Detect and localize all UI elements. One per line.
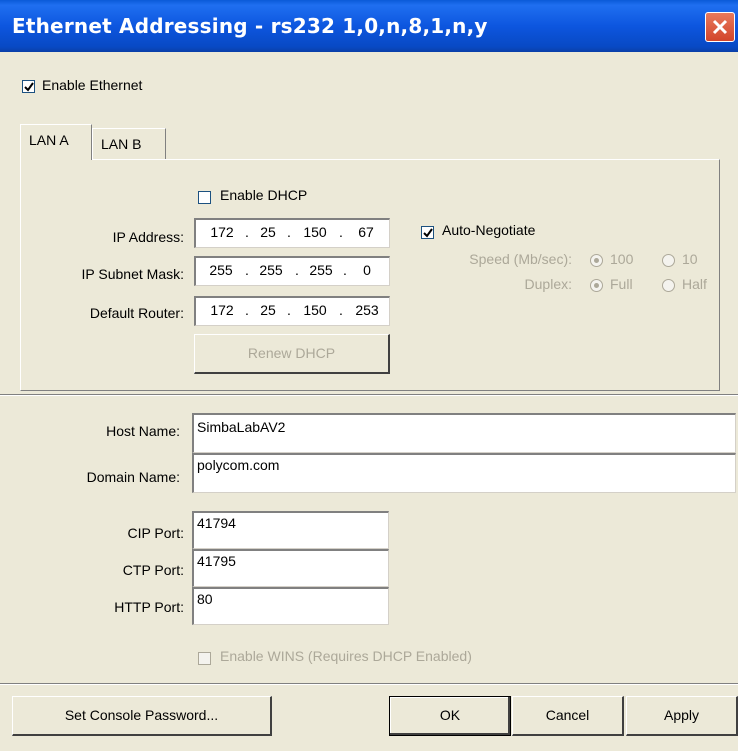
host-name-label: Host Name: xyxy=(106,423,180,439)
set-console-password-label: Set Console Password... xyxy=(64,707,219,723)
http-port-label: HTTP Port: xyxy=(114,599,184,615)
auto-negotiate-checkbox[interactable] xyxy=(421,226,434,239)
enable-dhcp-label: Enable DHCP xyxy=(220,187,308,203)
ctp-port-field[interactable]: 41795 xyxy=(192,549,389,587)
cip-port-value: 41794 xyxy=(197,515,236,531)
speed-100-radio[interactable] xyxy=(590,254,603,267)
domain-name-value: polycom.com xyxy=(197,457,280,473)
ip-octet-4: 0 xyxy=(363,262,371,278)
duplex-full-label: Full xyxy=(610,276,633,292)
http-port-field[interactable]: 80 xyxy=(192,587,389,625)
ip-dot: . xyxy=(287,302,291,318)
ip-octet-3: 150 xyxy=(303,224,327,240)
cancel-label: Cancel xyxy=(545,707,590,723)
enable-wins-checkbox[interactable] xyxy=(198,652,211,665)
duplex-half-radio[interactable] xyxy=(662,279,675,292)
set-console-password-button[interactable]: Set Console Password... xyxy=(12,696,272,736)
ip-dot: . xyxy=(339,224,343,240)
ip-octet-1: 172 xyxy=(210,302,234,318)
cip-port-field[interactable]: 41794 xyxy=(192,511,389,549)
ctp-port-value: 41795 xyxy=(197,553,236,569)
speed-10-label: 10 xyxy=(682,251,698,267)
ip-octet-2: 25 xyxy=(260,224,276,240)
window-title: Ethernet Addressing - rs232 1,0,n,8,1,n,… xyxy=(12,14,488,38)
separator xyxy=(0,395,738,396)
ok-button[interactable]: OK xyxy=(389,696,511,736)
tab-lan-b-label: LAN B xyxy=(101,136,142,152)
domain-name-label: Domain Name: xyxy=(86,469,180,485)
enable-ethernet-checkbox[interactable] xyxy=(22,80,35,93)
ip-octet-3: 255 xyxy=(309,262,333,278)
ctp-port-label: CTP Port: xyxy=(122,562,184,578)
host-name-field[interactable]: SimbaLabAV2 xyxy=(192,413,736,453)
default-router-field[interactable]: 172 . 25 . 150 . 253 xyxy=(194,296,390,326)
ok-label: OK xyxy=(439,707,461,723)
apply-label: Apply xyxy=(663,707,700,723)
renew-dhcp-label: Renew DHCP xyxy=(247,345,336,361)
duplex-half-label: Half xyxy=(682,276,707,292)
host-name-value: SimbaLabAV2 xyxy=(197,419,286,435)
duplex-label: Duplex: xyxy=(524,276,572,292)
auto-negotiate-label: Auto-Negotiate xyxy=(442,222,536,238)
speed-label: Speed (Mb/sec): xyxy=(469,251,572,267)
ip-dot: . xyxy=(339,302,343,318)
ip-address-label: IP Address: xyxy=(112,229,184,245)
speed-100-label: 100 xyxy=(610,251,634,267)
ip-octet-1: 172 xyxy=(210,224,234,240)
ip-octet-2: 25 xyxy=(260,302,276,318)
subnet-mask-label: IP Subnet Mask: xyxy=(81,266,184,282)
ip-dot: . xyxy=(287,224,291,240)
tab-lan-b[interactable]: LAN B xyxy=(92,128,166,160)
tab-lan-a-label: LAN A xyxy=(29,132,69,148)
ip-octet-3: 150 xyxy=(303,302,327,318)
http-port-value: 80 xyxy=(197,591,213,607)
ip-octet-4: 253 xyxy=(355,302,379,318)
ip-octet-1: 255 xyxy=(209,262,233,278)
ip-address-field[interactable]: 172 . 25 . 150 . 67 xyxy=(194,218,390,248)
duplex-full-radio[interactable] xyxy=(590,279,603,292)
default-router-label: Default Router: xyxy=(89,305,184,321)
separator xyxy=(0,684,738,685)
close-button[interactable] xyxy=(705,12,735,42)
domain-name-field[interactable]: polycom.com xyxy=(192,453,736,493)
ip-octet-2: 255 xyxy=(259,262,283,278)
subnet-mask-field[interactable]: 255 . 255 . 255 . 0 xyxy=(194,256,390,286)
cip-port-label: CIP Port: xyxy=(127,525,184,541)
title-bar[interactable]: Ethernet Addressing - rs232 1,0,n,8,1,n,… xyxy=(0,0,738,52)
ip-octet-4: 67 xyxy=(358,224,374,240)
enable-ethernet-label: Enable Ethernet xyxy=(42,77,143,93)
ip-dot: . xyxy=(343,262,347,278)
enable-dhcp-checkbox[interactable] xyxy=(198,191,211,204)
speed-10-radio[interactable] xyxy=(662,254,675,267)
renew-dhcp-button[interactable]: Renew DHCP xyxy=(194,334,390,374)
tab-lan-a[interactable]: LAN A xyxy=(20,124,92,160)
cancel-button[interactable]: Cancel xyxy=(512,696,624,736)
enable-wins-label: Enable WINS (Requires DHCP Enabled) xyxy=(220,648,472,664)
apply-button[interactable]: Apply xyxy=(626,696,738,736)
